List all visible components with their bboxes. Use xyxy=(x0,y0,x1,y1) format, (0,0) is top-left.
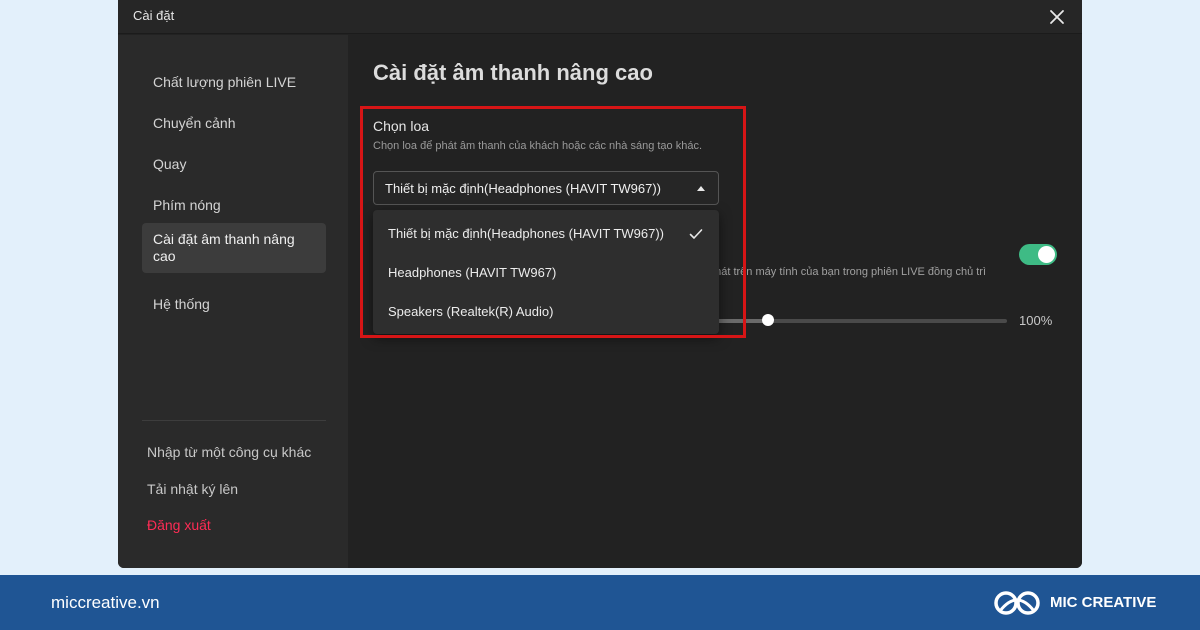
window-title: Cài đặt xyxy=(133,8,175,23)
monitor-audio-description: phát trên máy tính của bạn trong phiên L… xyxy=(709,266,987,278)
toggle-knob xyxy=(1038,246,1055,263)
website-url: miccreative.vn xyxy=(51,593,160,612)
brand-footer: miccreative.vn MIC CREATIVE xyxy=(0,575,1200,630)
sidebar-item-advanced-audio[interactable]: Cài đặt âm thanh nâng cao xyxy=(142,223,326,273)
monitor-audio-toggle[interactable] xyxy=(1019,244,1057,265)
sidebar-item-transitions[interactable]: Chuyển cảnh xyxy=(142,107,326,140)
import-from-tool-link[interactable]: Nhập từ một công cụ khác xyxy=(147,444,311,460)
sidebar-item-recording[interactable]: Quay xyxy=(142,148,326,181)
logout-link[interactable]: Đăng xuất xyxy=(147,517,211,533)
volume-slider-thumb[interactable] xyxy=(762,314,774,326)
sidebar-item-hotkeys[interactable]: Phím nóng xyxy=(142,189,326,222)
upload-logs-link[interactable]: Tải nhật ký lên xyxy=(147,481,238,497)
sidebar: Chất lượng phiên LIVE Chuyển cảnh Quay P… xyxy=(118,35,348,568)
volume-value: 100% xyxy=(1019,313,1053,328)
mic-creative-logo-icon xyxy=(994,591,1040,615)
title-bar: Cài đặt xyxy=(118,0,1082,34)
highlight-box xyxy=(360,106,746,338)
sidebar-divider xyxy=(142,420,326,421)
sidebar-item-live-quality[interactable]: Chất lượng phiên LIVE xyxy=(142,66,326,99)
page-title: Cài đặt âm thanh nâng cao xyxy=(373,60,653,85)
close-icon[interactable] xyxy=(1046,6,1068,28)
sidebar-item-system[interactable]: Hệ thống xyxy=(142,288,326,321)
brand-name: MIC CREATIVE xyxy=(1050,594,1157,611)
